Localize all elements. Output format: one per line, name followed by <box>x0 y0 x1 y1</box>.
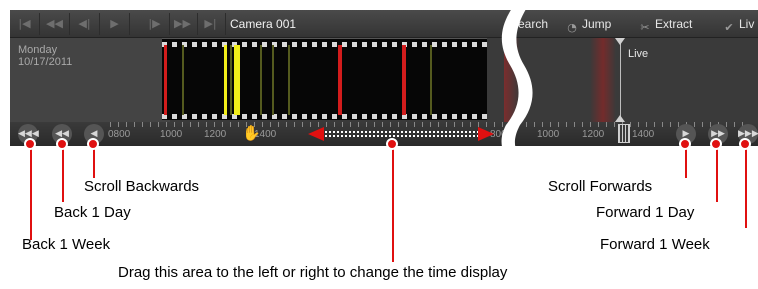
drag-area-indicator <box>322 131 482 137</box>
tick-label: 1400 <box>632 129 655 140</box>
step-back-icon[interactable]: ◀◀ <box>40 13 70 35</box>
extract-label: Extract <box>655 17 693 31</box>
live-label: Liv <box>739 17 755 31</box>
date-panel: Monday 10/17/2011 <box>10 38 170 122</box>
motion-event-mark <box>338 45 342 115</box>
caption-forward-1-week: Forward 1 Week <box>600 236 710 253</box>
live-marker-bottom <box>615 115 625 122</box>
extract-button[interactable]: ✂ Extract <box>638 10 692 38</box>
recording-filmstrip[interactable] <box>162 38 487 120</box>
tick-label: 0800 <box>108 129 131 140</box>
arrow-left-icon <box>308 127 324 141</box>
minor-event-mark <box>430 45 432 115</box>
timeline-help-diagram: |◀ ◀◀ ◀| ▶ |▶ ▶▶ ▶| Camera 001 earch ◔ Ju… <box>0 0 758 289</box>
callout-line <box>30 144 32 240</box>
recording-density-band <box>590 38 616 122</box>
alarm-event-mark <box>224 45 227 115</box>
caption-back-1-day: Back 1 Day <box>54 204 131 221</box>
playback-toolbar: |◀ ◀◀ ◀| ▶ |▶ ▶▶ ▶| Camera 001 earch ◔ Ju… <box>10 10 758 38</box>
tick-label: 1000 <box>160 129 183 140</box>
jump-button[interactable]: ◔ Jump <box>565 10 611 38</box>
tick-label: 1200 <box>204 129 227 140</box>
live-marker-label: Live <box>628 48 649 60</box>
skip-to-start-icon[interactable]: |◀ <box>10 13 40 35</box>
day-label: Monday <box>18 44 58 56</box>
caption-drag-area: Drag this area to the left or right to c… <box>118 264 508 281</box>
jump-icon: ◔ <box>567 21 577 34</box>
callout-line <box>745 144 747 228</box>
jump-label: Jump <box>582 17 612 31</box>
callout-line <box>62 144 64 202</box>
minor-event-mark <box>260 45 262 115</box>
screenshot-break-divider <box>501 0 533 160</box>
hand-grab-icon: ✋ <box>242 124 261 142</box>
motion-event-mark <box>402 45 406 115</box>
motion-event-mark <box>164 45 167 115</box>
alarm-event-mark <box>234 45 240 115</box>
zoom-slider-handle[interactable] <box>618 124 630 143</box>
film-perforation-top <box>162 42 487 47</box>
minor-event-mark <box>230 45 232 115</box>
minor-event-mark <box>182 45 184 115</box>
live-button[interactable]: ✔ Liv <box>722 10 754 38</box>
caption-scroll-backwards: Scroll Backwards <box>84 178 200 195</box>
callout-line <box>392 144 394 262</box>
callout-dot <box>710 138 722 150</box>
camera-name: Camera 001 <box>230 17 297 31</box>
tick-label: 1000 <box>537 129 560 140</box>
callout-dot <box>739 138 751 150</box>
callout-dot <box>679 138 691 150</box>
timeline-area[interactable]: Monday 10/17/2011 Live <box>10 38 758 122</box>
skip-to-end-icon[interactable]: ▶| <box>196 13 226 35</box>
play-reverse-icon[interactable]: ◀| <box>70 13 100 35</box>
caption-forward-1-day: Forward 1 Day <box>596 204 695 221</box>
play-icon[interactable]: ▶ <box>100 13 130 35</box>
live-marker-top <box>615 38 625 45</box>
date-label: 10/17/2011 <box>18 56 73 68</box>
pause-step-icon[interactable]: |▶ <box>140 13 170 35</box>
callout-line <box>716 144 718 202</box>
tick-label: 1200 <box>582 129 605 140</box>
ruler-ticks <box>110 122 750 127</box>
live-marker-line <box>620 38 621 122</box>
extract-icon: ✂ <box>640 21 650 34</box>
minor-event-mark <box>272 45 274 115</box>
callout-dot <box>56 138 68 150</box>
film-perforation-bottom <box>162 114 487 119</box>
caption-back-1-week: Back 1 Week <box>22 236 111 253</box>
caption-scroll-forwards: Scroll Forwards <box>548 178 653 195</box>
fast-forward-icon[interactable]: ▶▶ <box>168 13 198 35</box>
callout-dot <box>87 138 99 150</box>
minor-event-mark <box>288 45 290 115</box>
callout-dot <box>24 138 36 150</box>
callout-dot <box>386 138 398 150</box>
live-icon: ✔ <box>724 21 734 34</box>
